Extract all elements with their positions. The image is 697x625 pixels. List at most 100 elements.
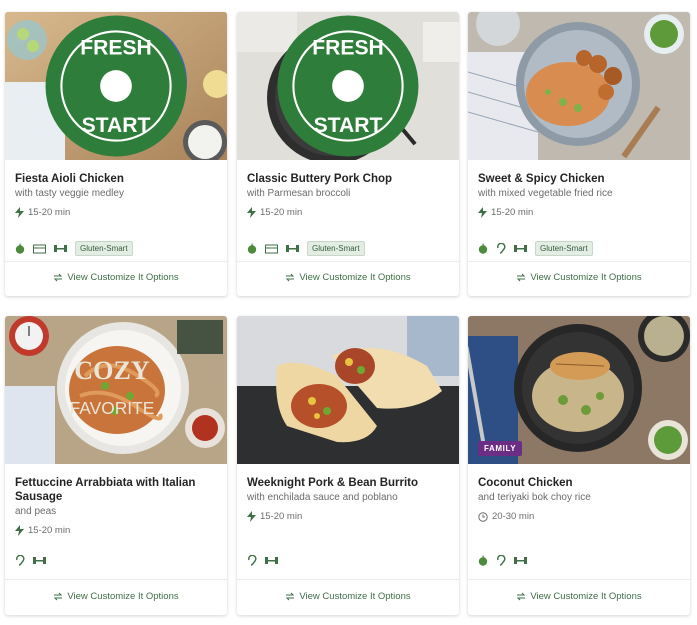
dietary-icons [15,555,46,566]
prep-time: 15-20 min [247,511,449,522]
prep-time: 15-20 min [15,207,217,218]
prep-time: 15-20 min [478,207,680,218]
meal-subtitle: with Parmesan broccoli [247,188,351,199]
customize-options-link[interactable]: View Customize It Options [5,272,227,283]
bowl-icon [265,244,278,253]
lightning-icon [247,511,256,522]
divider [5,579,227,580]
ear-icon [16,555,25,566]
customize-options-label: View Customize It Options [530,272,642,283]
prep-time-label: 20-30 min [492,511,535,522]
lightning-icon [15,525,24,536]
meal-card[interactable]: FRESH START Fiesta Aioli Chicken with ta… [5,12,227,296]
meal-card[interactable]: COZY FAVORITE Fettuccine Arrabbiata with… [5,316,227,615]
dumbbell-icon [514,557,527,564]
dumbbell-icon [514,245,527,252]
meal-card[interactable]: Weeknight Pork & Bean Burrito with enchi… [237,316,459,615]
customize-options-label: View Customize It Options [67,272,179,283]
dietary-icons: Gluten-Smart [478,241,593,256]
customize-options-label: View Customize It Options [299,591,411,602]
meal-subtitle: and teriyaki bok choy rice [478,492,591,503]
customize-options-link[interactable]: View Customize It Options [237,591,459,602]
meal-title[interactable]: Fettuccine Arrabbiata with Italian Sausa… [15,476,217,504]
divider [5,261,227,262]
swap-icon [286,273,295,282]
customize-options-link[interactable]: View Customize It Options [468,272,690,283]
svg-text:COZY: COZY [74,356,150,385]
meal-title[interactable]: Coconut Chicken [478,476,680,490]
meal-subtitle: with enchilada sauce and poblano [247,492,398,503]
meal-subtitle: with mixed vegetable fried rice [478,188,613,199]
ear-icon [248,555,257,566]
gluten-smart-tag: Gluten-Smart [307,241,365,256]
meal-card[interactable]: FRESH START Classic Buttery Pork Chop wi… [237,12,459,296]
meal-card[interactable]: FAMILY Coconut Chicken and teriyaki bok … [468,316,690,615]
meal-photo[interactable]: FRESH START [5,12,227,160]
meal-card[interactable]: Sweet & Spicy Chicken with mixed vegetab… [468,12,690,296]
fresh-start-badge: FRESH START [45,15,187,157]
prep-time: 15-20 min [247,207,449,218]
prep-time: 15-20 min [15,525,217,536]
meal-photo[interactable]: FAMILY [468,316,690,464]
ear-icon [497,243,506,254]
swap-icon [286,592,295,601]
dietary-icons [478,555,527,566]
bowl-icon [33,244,46,253]
clock-icon [478,511,488,522]
prep-time-label: 15-20 min [28,525,71,536]
customize-options-link[interactable]: View Customize It Options [237,272,459,283]
meal-photo[interactable] [468,12,690,160]
svg-text:START: START [82,114,151,137]
prep-time-label: 15-20 min [260,511,303,522]
gluten-smart-tag: Gluten-Smart [75,241,133,256]
customize-options-link[interactable]: View Customize It Options [5,591,227,602]
swap-icon [54,592,63,601]
gluten-smart-tag: Gluten-Smart [535,241,593,256]
svg-text:START: START [314,114,383,137]
customize-options-label: View Customize It Options [67,591,179,602]
prep-time-label: 15-20 min [491,207,534,218]
lightning-icon [247,207,256,218]
meal-title[interactable]: Fiesta Aioli Chicken [15,172,217,186]
meal-title[interactable]: Classic Buttery Pork Chop [247,172,449,186]
swap-icon [517,592,526,601]
meal-photo-image [237,316,459,464]
divider [237,579,459,580]
divider [468,261,690,262]
dumbbell-icon [286,245,299,252]
customize-options-label: View Customize It Options [299,272,411,283]
meal-grid: FRESH START Fiesta Aioli Chicken with ta… [0,0,697,625]
dietary-icons: Gluten-Smart [247,241,365,256]
prep-time-label: 15-20 min [28,207,71,218]
svg-text:FRESH: FRESH [312,36,384,59]
meal-title[interactable]: Weeknight Pork & Bean Burrito [247,476,449,490]
fresh-start-badge: FRESH START [277,15,419,157]
divider [468,579,690,580]
dumbbell-icon [54,245,67,252]
prep-time-label: 15-20 min [260,207,303,218]
dietary-icons [247,555,278,566]
apple-icon [478,555,488,566]
lightning-icon [15,207,24,218]
family-badge: FAMILY [478,441,523,456]
customize-options-label: View Customize It Options [530,591,642,602]
cozy-favorite-badge: COZY FAVORITE [70,356,155,418]
meal-subtitle: and peas [15,506,57,517]
swap-icon [517,273,526,282]
meal-photo[interactable]: COZY FAVORITE [5,316,227,464]
lightning-icon [478,207,487,218]
meal-subtitle: with tasty veggie medley [15,188,124,199]
apple-icon [15,243,25,254]
meal-photo[interactable] [237,316,459,464]
ear-icon [497,555,506,566]
apple-icon [478,243,488,254]
meal-title[interactable]: Sweet & Spicy Chicken [478,172,680,186]
dietary-icons: Gluten-Smart [15,241,133,256]
meal-photo[interactable]: FRESH START [237,12,459,160]
svg-text:FAVORITE: FAVORITE [70,398,155,418]
svg-text:FRESH: FRESH [80,36,152,59]
prep-time: 20-30 min [478,511,680,522]
dumbbell-icon [33,557,46,564]
customize-options-link[interactable]: View Customize It Options [468,591,690,602]
swap-icon [54,273,63,282]
